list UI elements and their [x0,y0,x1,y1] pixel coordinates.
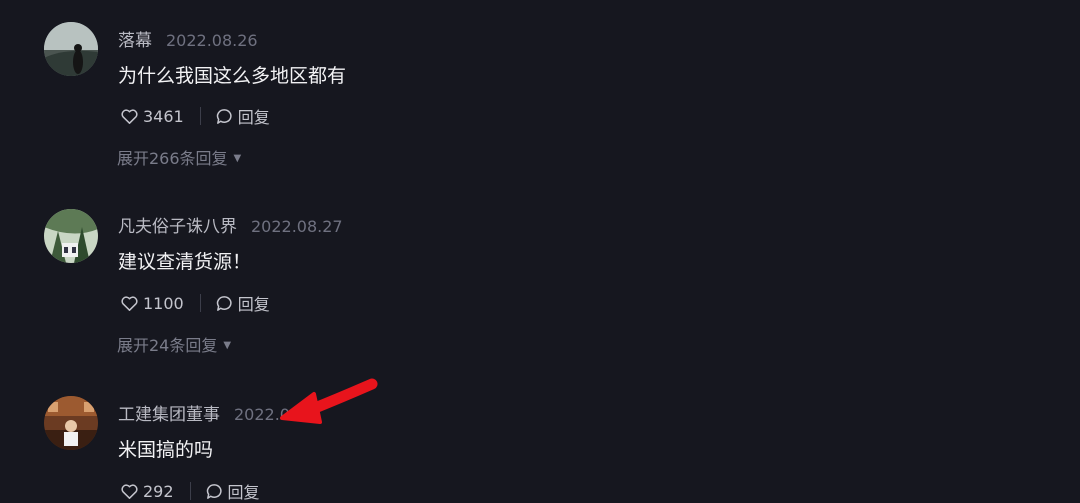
like-count[interactable]: 1100 [143,294,184,313]
expand-replies-button[interactable]: 展开24条回复 ▼ [117,332,231,356]
username-text[interactable]: 落幕 [118,31,152,51]
comment-actions: 1100 回复 [120,291,270,315]
avatar-image [44,22,98,76]
expand-replies-button[interactable]: 展开266条回复 ▼ [117,145,241,169]
heart-outline-icon[interactable] [120,294,139,313]
comment-username[interactable]: 落幕 2022.08.26 [118,26,258,51]
expand-replies-label[interactable]: 展开24条回复 [117,336,217,355]
comment-item: 凡夫俗子诛八界 2022.08.27 建议查清货源！ 1100 回复 展开24条回… [0,190,1080,360]
reply-button[interactable]: 回复 [238,104,270,128]
comment-date: 2022.08.27 [251,217,343,236]
comment-text: 米国搞的吗 [118,439,214,461]
expand-replies-label[interactable]: 展开266条回复 [117,149,228,168]
comment-item: 工建集团董事 2022.0 米国搞的吗 292 回复 [0,370,1080,502]
avatar[interactable] [44,396,98,450]
comment-text: 建议查清货源！ [118,251,252,273]
action-divider [189,482,191,500]
caret-down-icon: ▼ [223,340,232,351]
like-count[interactable]: 3461 [143,107,184,126]
comment-username[interactable]: 工建集团董事 2022.0 [118,400,290,425]
action-divider [199,107,201,125]
username-text[interactable]: 工建集团董事 [118,405,220,425]
comment-actions: 3461 回复 [120,104,270,128]
comment-username[interactable]: 凡夫俗子诛八界 2022.08.27 [118,212,343,237]
speech-bubble-icon[interactable] [215,107,234,126]
avatar-image [44,209,98,263]
avatar[interactable] [44,22,98,76]
speech-bubble-icon[interactable] [215,294,234,313]
avatar-image [44,396,98,450]
heart-outline-icon[interactable] [120,107,139,126]
comment-date: 2022.08.26 [166,31,258,50]
username-text[interactable]: 凡夫俗子诛八界 [118,217,237,237]
comment-item: 落幕 2022.08.26 为什么我国这么多地区都有 3461 回复 展开266条… [0,0,1080,180]
action-divider [199,294,201,312]
reply-button[interactable]: 回复 [228,479,260,503]
reply-button[interactable]: 回复 [238,291,270,315]
avatar[interactable] [44,209,98,263]
red-arrow-annotation [280,378,378,424]
caret-down-icon: ▼ [233,153,242,164]
comment-text: 为什么我国这么多地区都有 [118,65,347,87]
comment-actions: 292 回复 [120,479,260,503]
